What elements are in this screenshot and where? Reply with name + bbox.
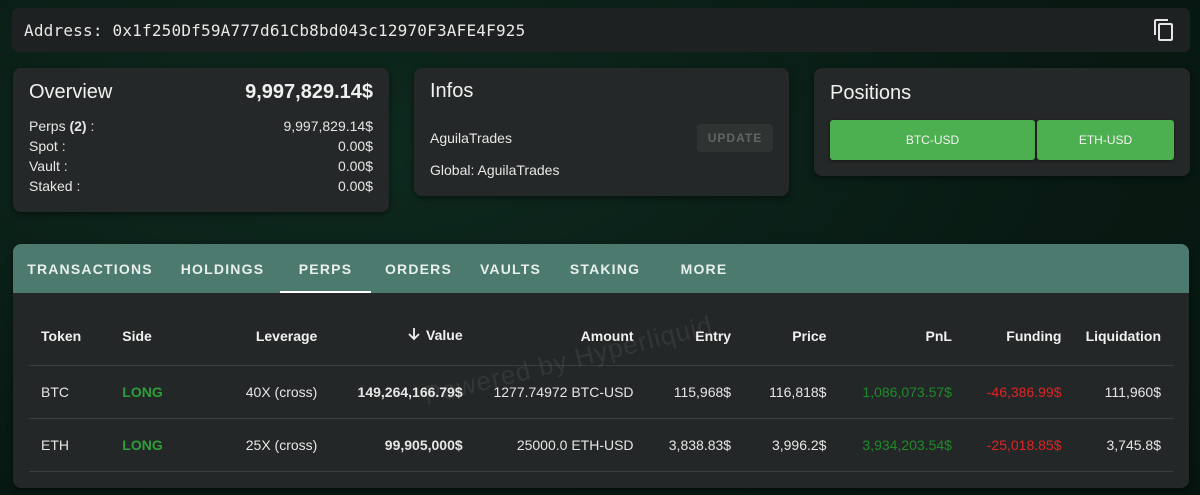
table-header-row: Token Side Leverage Value Amount Entry P… (29, 307, 1173, 366)
tab-more[interactable]: MORE (655, 244, 753, 293)
cell-amount: 1277.74972 BTC-USD (474, 365, 646, 419)
header-liquidation[interactable]: Liquidation (1073, 307, 1173, 366)
arrow-down-icon (406, 326, 422, 345)
infos-name: AguilaTrades (430, 130, 512, 146)
overview-row-perps: Perps (2) : 9,997,829.14$ (29, 116, 373, 136)
cell-leverage: 25X (cross) (187, 418, 330, 472)
cell-value: 149,264,166.79$ (329, 365, 475, 419)
cell-side: LONG (110, 418, 188, 472)
overview-row-staked: Staked : 0.00$ (29, 176, 373, 196)
perps-table: Token Side Leverage Value Amount Entry P… (29, 307, 1173, 472)
wallet-address: Address: 0x1f250Df59A777d61Cb8bd043c1297… (24, 20, 526, 40)
overview-row-label: Spot : (29, 138, 66, 154)
cell-price: 3,996.2$ (743, 418, 839, 472)
overview-row-label: Vault : (29, 158, 68, 174)
address-bar: Address: 0x1f250Df59A777d61Cb8bd043c1297… (12, 8, 1190, 52)
cell-funding: -46,386.99$ (963, 365, 1074, 419)
cell-price: 116,818$ (743, 365, 839, 419)
tab-staking[interactable]: STAKING (555, 244, 655, 293)
cell-liquidation: 111,960$ (1073, 365, 1173, 419)
tab-orders[interactable]: ORDERS (371, 244, 466, 293)
overview-total: 9,997,829.14$ (245, 80, 373, 103)
cell-token: ETH (29, 418, 111, 472)
perps-panel: TRANSACTIONS HOLDINGS PERPS ORDERS VAULT… (13, 244, 1189, 488)
table-row[interactable]: ETH LONG 25X (cross) 99,905,000$ 25000.0… (29, 418, 1173, 472)
overview-row-value: 0.00$ (337, 158, 373, 174)
header-side[interactable]: Side (110, 307, 188, 366)
overview-row-spot: Spot : 0.00$ (29, 136, 373, 156)
header-amount[interactable]: Amount (474, 307, 646, 366)
tab-bar: TRANSACTIONS HOLDINGS PERPS ORDERS VAULT… (13, 244, 1189, 293)
copy-icon[interactable] (1152, 18, 1176, 42)
tab-holdings[interactable]: HOLDINGS (167, 244, 278, 293)
cell-value: 99,905,000$ (329, 418, 475, 472)
overview-row-label: Staked : (29, 178, 81, 194)
cell-amount: 25000.0 ETH-USD (474, 418, 646, 472)
positions-card: Positions BTC-USD ETH-USD (814, 68, 1190, 176)
table-row[interactable]: BTC LONG 40X (cross) 149,264,166.79$ 127… (29, 365, 1173, 419)
cell-leverage: 40X (cross) (187, 365, 330, 419)
overview-row-value: 9,997,829.14$ (283, 118, 373, 134)
infos-card: Infos AguilaTrades UPDATE Global: Aguila… (414, 68, 789, 196)
cell-funding: -25,018.85$ (963, 418, 1074, 472)
infos-global: Global: AguilaTrades (430, 162, 560, 178)
tab-vaults[interactable]: VAULTS (466, 244, 555, 293)
overview-row-vault: Vault : 0.00$ (29, 156, 373, 176)
overview-card: Overview 9,997,829.14$ Perps (2) : 9,997… (13, 68, 389, 212)
header-price[interactable]: Price (743, 307, 839, 366)
cell-entry: 3,838.83$ (645, 418, 744, 472)
cell-token: BTC (29, 365, 111, 419)
cell-pnl: 3,934,203.54$ (838, 418, 964, 472)
header-token[interactable]: Token (29, 307, 111, 366)
header-funding[interactable]: Funding (963, 307, 1074, 366)
header-entry[interactable]: Entry (645, 307, 744, 366)
overview-row-value: 0.00$ (337, 138, 373, 154)
header-value[interactable]: Value (329, 307, 475, 366)
position-eth-usd-button[interactable]: ETH-USD (1037, 120, 1174, 160)
tab-perps[interactable]: PERPS (280, 244, 371, 293)
cell-side: LONG (110, 365, 188, 419)
infos-title: Infos (430, 80, 474, 102)
header-leverage[interactable]: Leverage (187, 307, 330, 366)
cell-pnl: 1,086,073.57$ (838, 365, 964, 419)
overview-row-label: Perps (2) : (29, 118, 95, 134)
tab-transactions[interactable]: TRANSACTIONS (13, 244, 167, 293)
header-pnl[interactable]: PnL (838, 307, 964, 366)
cell-liquidation: 3,745.8$ (1073, 418, 1173, 472)
overview-row-value: 0.00$ (337, 178, 373, 194)
position-btc-usd-button[interactable]: BTC-USD (830, 120, 1035, 160)
positions-title: Positions (830, 82, 912, 104)
cell-entry: 115,968$ (645, 365, 744, 419)
update-button[interactable]: UPDATE (697, 124, 773, 152)
overview-title: Overview (29, 80, 113, 103)
